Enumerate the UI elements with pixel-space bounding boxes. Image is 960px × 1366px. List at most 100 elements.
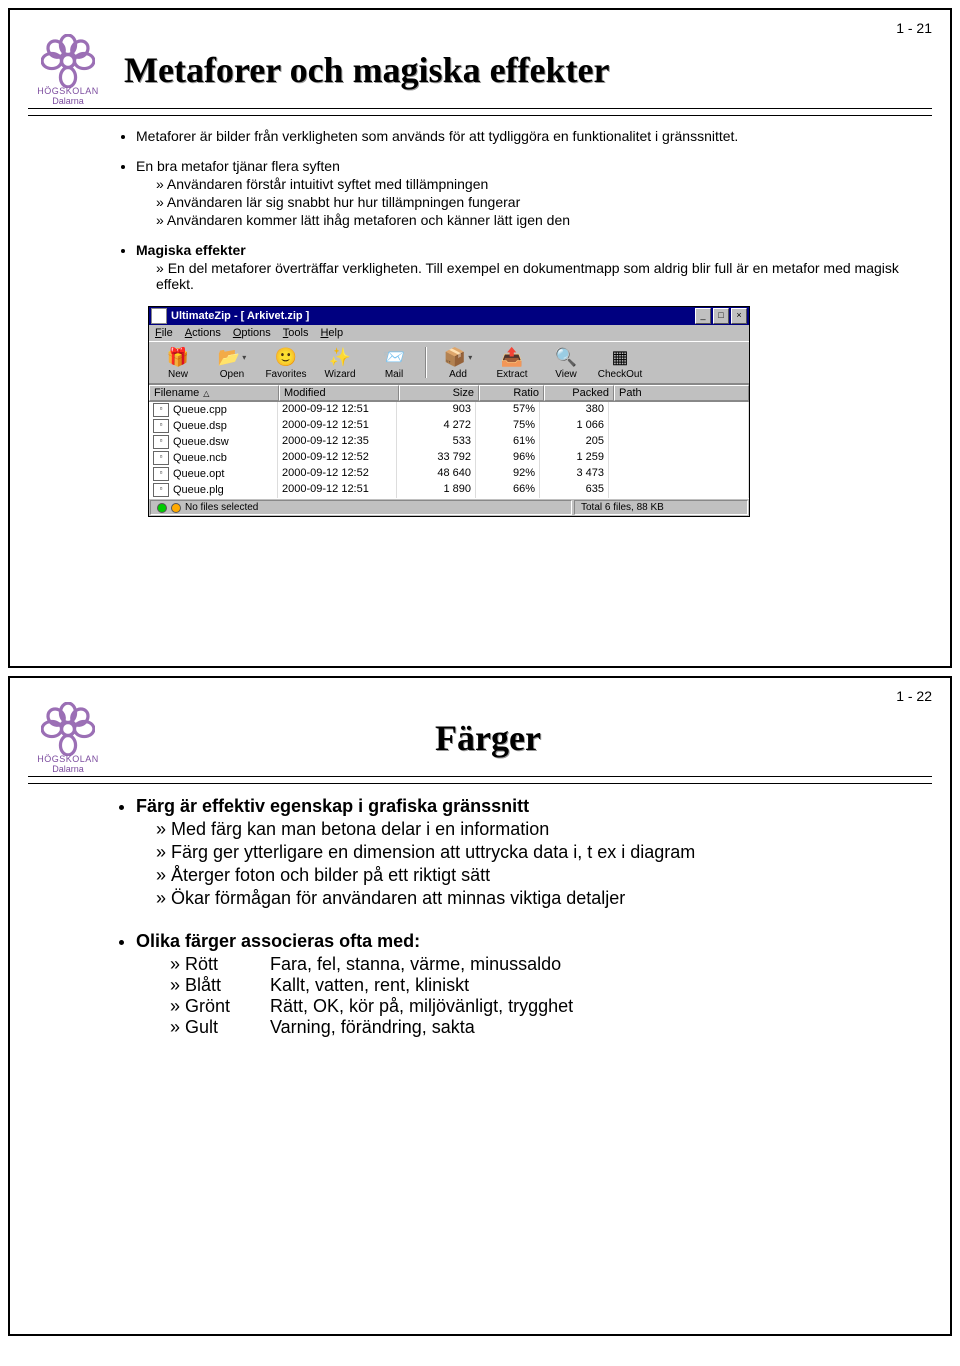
slide-1: 1 - 21 HÖGSKOLAN Dalarna Metaforer och m… <box>8 8 952 668</box>
logo: HÖGSKOLAN Dalarna <box>28 702 108 774</box>
logo-text-1: HÖGSKOLAN <box>37 86 99 96</box>
titlebar-text: UltimateZip - [ Arkivet.zip ] <box>171 310 695 322</box>
bullet: Metaforer är bilder från verkligheten so… <box>136 128 920 144</box>
extract-icon: 📤 <box>498 345 526 369</box>
tool-add[interactable]: 📦Add <box>431 345 485 380</box>
menu-file[interactable]: File <box>155 327 173 339</box>
color-row: Grönt Rätt, OK, kör på, miljövänligt, tr… <box>170 996 573 1017</box>
tool-mail[interactable]: 📨Mail <box>367 345 421 380</box>
bullet-text: Färg är effektiv egenskap i grafiska grä… <box>136 796 529 816</box>
menu-actions[interactable]: Actions <box>185 327 221 339</box>
sub-bullet: Ökar förmågan för användaren att minnas … <box>156 888 920 909</box>
sub-bullet: Återger foton och bilder på ett riktigt … <box>156 865 920 886</box>
slide-number: 1 - 22 <box>896 688 932 704</box>
tool-label: CheckOut <box>598 369 642 380</box>
color-name: Blått <box>170 975 270 996</box>
menubar: File Actions Options Tools Help <box>149 325 749 341</box>
tool-label: New <box>168 369 188 380</box>
mail-icon: 📨 <box>380 345 408 369</box>
col-filename[interactable]: Filename △ <box>149 385 279 401</box>
slide-header: HÖGSKOLAN Dalarna Metaforer och magiska … <box>28 34 932 106</box>
slide-content: Färg är effektiv egenskap i grafiska grä… <box>28 796 932 1038</box>
color-desc: Fara, fel, stanna, värme, minussaldo <box>270 954 573 975</box>
col-path[interactable]: Path <box>614 385 749 401</box>
tool-label: Wizard <box>324 369 355 380</box>
close-button[interactable]: × <box>731 308 747 324</box>
led-orange-icon <box>171 503 181 513</box>
led-green-icon <box>157 503 167 513</box>
tool-label: Mail <box>385 369 403 380</box>
checkout-icon: ▦ <box>606 345 634 369</box>
slide-content: Metaforer är bilder från verkligheten so… <box>28 128 932 517</box>
divider <box>28 108 932 116</box>
slide-title: Metaforer och magiska effekter <box>118 49 932 91</box>
bullet-text: Magiska effekter <box>136 242 246 258</box>
divider <box>28 776 932 784</box>
tool-label: Open <box>220 369 244 380</box>
table-row[interactable]: ▫Queue.cpp2000-09-12 12:5190357%380 <box>149 402 749 418</box>
file-grid: Filename △ Modified Size Ratio Packed Pa… <box>149 384 749 498</box>
maximize-button[interactable]: □ <box>713 308 729 324</box>
slide-title: Färger <box>118 717 932 759</box>
color-row: Rött Fara, fel, stanna, värme, minussald… <box>170 954 573 975</box>
table-row[interactable]: ▫Queue.plg2000-09-12 12:511 89066%635 <box>149 482 749 498</box>
color-desc: Rätt, OK, kör på, miljövänligt, trygghet <box>270 996 573 1017</box>
bullet: Färg är effektiv egenskap i grafiska grä… <box>136 796 920 909</box>
color-table: Rött Fara, fel, stanna, värme, minussald… <box>170 954 573 1038</box>
toolbar: 🎁New📂Open🙂Favorites✨Wizard📨Mail📦Add📤Extr… <box>149 341 749 384</box>
logo-text-1: HÖGSKOLAN <box>37 754 99 764</box>
slide-number: 1 - 21 <box>896 20 932 36</box>
tool-view[interactable]: 🔍View <box>539 345 593 380</box>
file-icon: ▫ <box>153 451 169 465</box>
logo-text-2: Dalarna <box>52 96 84 106</box>
color-name: Gult <box>170 1017 270 1038</box>
bullet: Olika färger associeras ofta med: Rött F… <box>136 931 920 1038</box>
menu-options[interactable]: Options <box>233 327 271 339</box>
color-row: Blått Kallt, vatten, rent, kliniskt <box>170 975 573 996</box>
wizard-icon: ✨ <box>326 345 354 369</box>
app-icon <box>151 308 167 324</box>
tool-checkout[interactable]: ▦CheckOut <box>593 345 647 380</box>
favorites-icon: 🙂 <box>272 345 300 369</box>
titlebar[interactable]: UltimateZip - [ Arkivet.zip ] _ □ × <box>149 307 749 325</box>
menu-help[interactable]: Help <box>320 327 343 339</box>
tool-new[interactable]: 🎁New <box>151 345 205 380</box>
color-desc: Varning, förändring, sakta <box>270 1017 573 1038</box>
tool-label: View <box>555 369 577 380</box>
tool-label: Extract <box>496 369 527 380</box>
sub-bullet: En del metaforer överträffar verklighete… <box>156 260 920 292</box>
tool-open[interactable]: 📂Open <box>205 345 259 380</box>
open-icon: 📂 <box>218 345 246 369</box>
table-row[interactable]: ▫Queue.ncb2000-09-12 12:5233 79296%1 259 <box>149 450 749 466</box>
slide-header: HÖGSKOLAN Dalarna Färger <box>28 702 932 774</box>
bullet-text: En bra metafor tjänar flera syften <box>136 158 340 174</box>
bullet: Magiska effekter En del metaforer övertr… <box>136 242 920 292</box>
menu-tools[interactable]: Tools <box>283 327 309 339</box>
tool-extract[interactable]: 📤Extract <box>485 345 539 380</box>
col-size[interactable]: Size <box>399 385 479 401</box>
flower-icon <box>41 34 95 88</box>
table-row[interactable]: ▫Queue.dsp2000-09-12 12:514 27275%1 066 <box>149 418 749 434</box>
col-ratio[interactable]: Ratio <box>479 385 544 401</box>
logo: HÖGSKOLAN Dalarna <box>28 34 108 106</box>
file-icon: ▫ <box>153 403 169 417</box>
color-name: Rött <box>170 954 270 975</box>
minimize-button[interactable]: _ <box>695 308 711 324</box>
table-row[interactable]: ▫Queue.opt2000-09-12 12:5248 64092%3 473 <box>149 466 749 482</box>
bullet: En bra metafor tjänar flera syften Använ… <box>136 158 920 228</box>
statusbar: No files selected Total 6 files, 88 KB <box>149 498 749 516</box>
slide-2: 1 - 22 HÖGSKOLAN Dalarna Färger <box>8 676 952 1336</box>
tool-wizard[interactable]: ✨Wizard <box>313 345 367 380</box>
logo-text-2: Dalarna <box>52 764 84 774</box>
col-modified[interactable]: Modified <box>279 385 399 401</box>
file-icon: ▫ <box>153 483 169 497</box>
sub-bullet: Med färg kan man betona delar i en infor… <box>156 819 920 840</box>
tool-favorites[interactable]: 🙂Favorites <box>259 345 313 380</box>
bullet-text: Olika färger associeras ofta med: <box>136 931 420 951</box>
add-icon: 📦 <box>444 345 472 369</box>
status-left: No files selected <box>150 500 572 515</box>
col-packed[interactable]: Packed <box>544 385 614 401</box>
table-row[interactable]: ▫Queue.dsw2000-09-12 12:3553361%205 <box>149 434 749 450</box>
app-window: UltimateZip - [ Arkivet.zip ] _ □ × File… <box>148 306 750 517</box>
color-row: Gult Varning, förändring, sakta <box>170 1017 573 1038</box>
